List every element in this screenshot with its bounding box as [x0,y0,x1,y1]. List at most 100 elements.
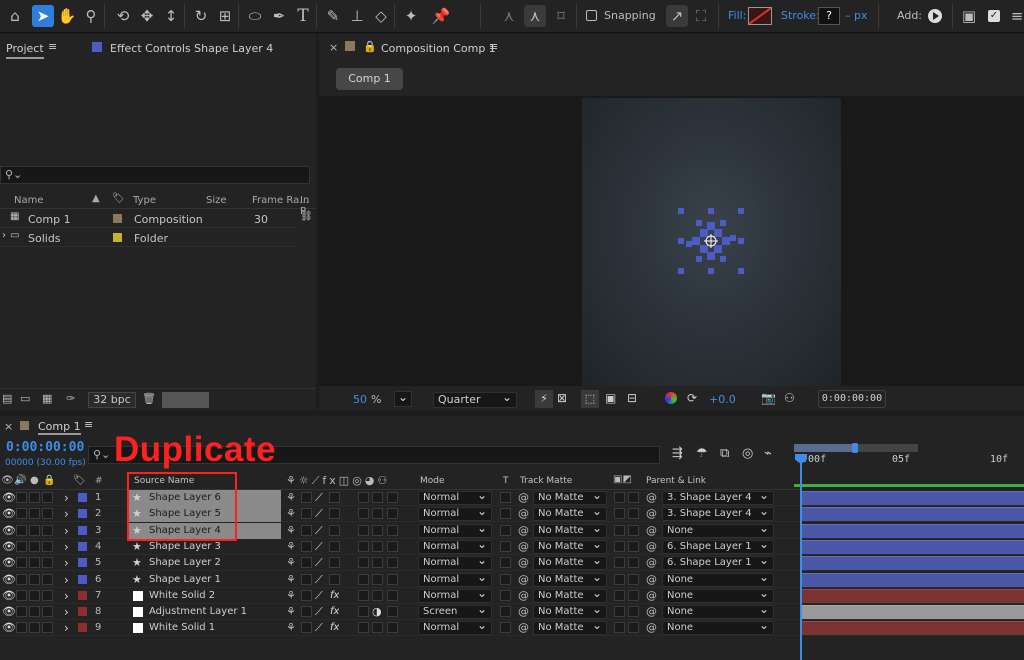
track-matte-dropdown[interactable]: No Matte [533,572,607,587]
show-snapshot-icon[interactable]: ⚇ [784,391,795,405]
preserve-transparency-toggle[interactable] [500,622,511,634]
new-composition-icon[interactable]: ▦ [42,392,52,405]
frame-blend-switch[interactable] [358,508,369,520]
matte-pickwhip-icon[interactable]: @ [518,506,529,522]
eye-icon[interactable]: 👁 [2,539,16,555]
panel-menu-icon[interactable]: ≡ [48,40,57,53]
parent-link-dropdown[interactable]: None [662,588,774,603]
collapse-switch[interactable] [301,557,312,569]
matte-pickwhip-icon[interactable]: @ [518,490,529,506]
matte-source-toggle[interactable] [614,492,625,503]
matte-invert-toggle[interactable] [628,606,639,618]
matte-source-toggle[interactable] [614,508,625,520]
matte-invert-toggle[interactable] [628,622,639,634]
label-swatch[interactable] [78,607,87,617]
chevron-right-icon[interactable]: › [64,555,69,571]
video-switch-icon[interactable]: 👁 [1,475,14,486]
parent-link-dropdown[interactable]: None [662,572,774,587]
pen-tool-icon[interactable]: ✒ [268,5,290,27]
interpret-footage-icon[interactable]: ▤ [2,392,12,405]
solo-toggle[interactable] [29,622,40,634]
region-of-interest-icon[interactable]: ⬚ [581,390,599,408]
preserve-transparency-toggle[interactable] [500,540,511,552]
draft-3d-icon[interactable]: ☂ [696,446,708,461]
solo-toggle[interactable] [29,524,40,536]
world-axis-icon[interactable]: ⋏ [524,5,546,27]
frame-blend-switch[interactable] [358,622,369,634]
orbit-camera-icon[interactable]: ⟲ [112,5,134,27]
graph-editor-icon[interactable]: ⌁ [764,446,772,461]
column-size[interactable]: Size [206,195,227,206]
exposure-reset-icon[interactable]: ⟳ [687,391,697,405]
track-matte-dropdown[interactable]: No Matte [533,491,607,505]
eye-icon[interactable]: 👁 [2,604,16,620]
puppet-pin-icon[interactable]: 📌 [430,5,452,27]
3d-layer-switch[interactable] [387,492,398,503]
adjustment-switch[interactable] [372,573,383,585]
lock-toggle[interactable] [42,589,53,601]
audio-toggle[interactable] [16,508,27,520]
navigator-end-handle[interactable] [852,443,858,453]
3d-layer-switch[interactable] [387,540,398,552]
shy-switch-icon[interactable]: ⚘ [286,523,296,539]
label-column-icon[interactable]: 🏷 [112,193,125,204]
label-swatch[interactable] [113,233,122,242]
parent-link-dropdown[interactable]: None [662,621,774,636]
frame-blend-switch[interactable] [358,540,369,552]
add-property-button[interactable] [928,9,942,23]
label-swatch[interactable] [78,509,87,519]
preserve-transparency-toggle[interactable] [500,524,511,536]
effects-switch[interactable] [329,508,340,520]
audio-toggle[interactable] [16,540,27,552]
3d-layer-switch[interactable] [387,524,398,536]
layer-duration-bar[interactable] [802,572,1024,587]
viewer-area[interactable] [319,96,1024,386]
frame-blend-switch[interactable] [358,524,369,536]
matte-invert-toggle[interactable] [628,492,639,503]
parent-link-dropdown[interactable]: None [662,523,774,538]
layer-row[interactable]: 👁 › 5 ★ Shape Layer 2 ⚘ ⟋ Normal @ No Matte @6. Sh… [0,555,1024,572]
effects-switch[interactable] [329,540,340,552]
shy-switch-icon[interactable]: ⚘ [286,620,296,636]
tab-timeline-comp[interactable]: Comp 1 [38,420,81,435]
parent-pickwhip-icon[interactable]: @ [646,604,657,620]
switches-icons[interactable]: ⚘☼⟋fx◫◎◕⚇ [286,474,390,488]
frame-blend-switch[interactable] [358,557,369,569]
stroke-swatch[interactable]: ? [818,7,840,25]
audio-toggle[interactable] [16,573,27,585]
matte-source-toggle[interactable] [614,622,625,634]
quality-switch-icon[interactable]: ⟋ [315,604,323,620]
selection-tool-icon[interactable]: ➤ [32,5,54,27]
comp-breadcrumb[interactable]: Comp 1 [336,68,403,90]
eraser-icon[interactable]: ◇ [370,5,392,27]
new-folder-icon[interactable]: ▭ [20,392,30,405]
chevron-right-icon[interactable]: › [64,572,69,588]
shy-switch-icon[interactable]: ⚘ [286,490,296,506]
snap-edges-icon[interactable]: ↗ [666,5,688,27]
audio-toggle[interactable] [16,606,27,618]
audio-toggle[interactable] [16,622,27,634]
matte-pickwhip-icon[interactable]: @ [518,555,529,571]
preserve-transparency-toggle[interactable] [500,508,511,520]
bpc-button[interactable]: 32 bpc [88,392,136,408]
shy-switch-icon[interactable]: ⚘ [286,588,296,604]
parent-pickwhip-icon[interactable]: @ [646,620,657,636]
solo-toggle[interactable] [29,557,40,569]
parent-link-dropdown[interactable]: None [662,605,774,620]
shy-switch-icon[interactable]: ⚘ [286,506,296,522]
time-navigator-range[interactable] [794,444,856,452]
effects-switch[interactable] [329,524,340,536]
local-axis-icon[interactable]: ⋏ [498,5,520,27]
chevron-right-icon[interactable]: › [2,230,6,241]
matte-invert-toggle[interactable] [628,557,639,569]
blend-mode-dropdown[interactable]: Normal [418,539,492,554]
close-icon[interactable]: × [4,420,13,433]
flowchart-icon[interactable]: ⛓ [300,211,313,222]
lock-toggle[interactable] [42,524,53,536]
layer-name[interactable]: Shape Layer 2 [149,555,221,571]
parent-pickwhip-icon[interactable]: @ [646,490,657,506]
chevron-right-icon[interactable]: › [64,620,69,636]
quality-switch-icon[interactable]: ⟋ [315,588,323,604]
label-swatch[interactable] [78,541,87,551]
solo-switch-icon[interactable]: ● [30,475,39,486]
